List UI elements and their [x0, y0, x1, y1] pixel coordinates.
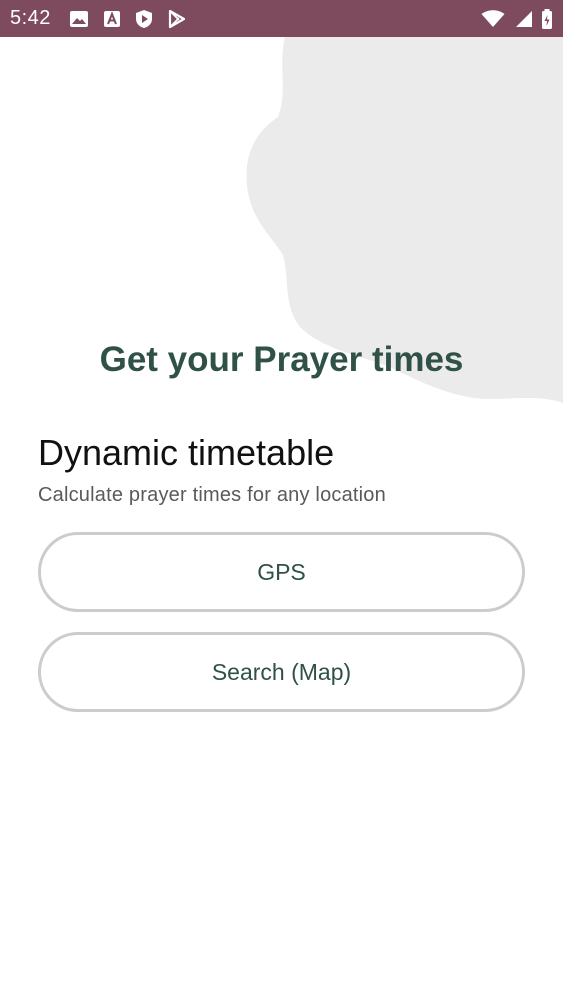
status-system-icons — [481, 8, 553, 29]
search-map-button[interactable]: Search (Map) — [38, 632, 525, 712]
wifi-icon — [481, 9, 505, 28]
page-title: Get your Prayer times — [99, 340, 464, 379]
section-subtitle: Calculate prayer times for any location — [38, 484, 386, 506]
section-title: Dynamic timetable — [38, 432, 335, 473]
status-bar: 5:42 — [0, 0, 563, 37]
shield-play-icon — [135, 9, 153, 29]
gps-button[interactable]: GPS — [38, 532, 525, 612]
battery-icon — [541, 8, 553, 29]
play-store-icon — [167, 9, 187, 29]
status-notification-icons — [69, 9, 187, 29]
image-icon — [69, 10, 89, 28]
font-icon — [103, 10, 121, 28]
signal-icon — [513, 10, 533, 28]
status-time: 5:42 — [10, 7, 51, 29]
